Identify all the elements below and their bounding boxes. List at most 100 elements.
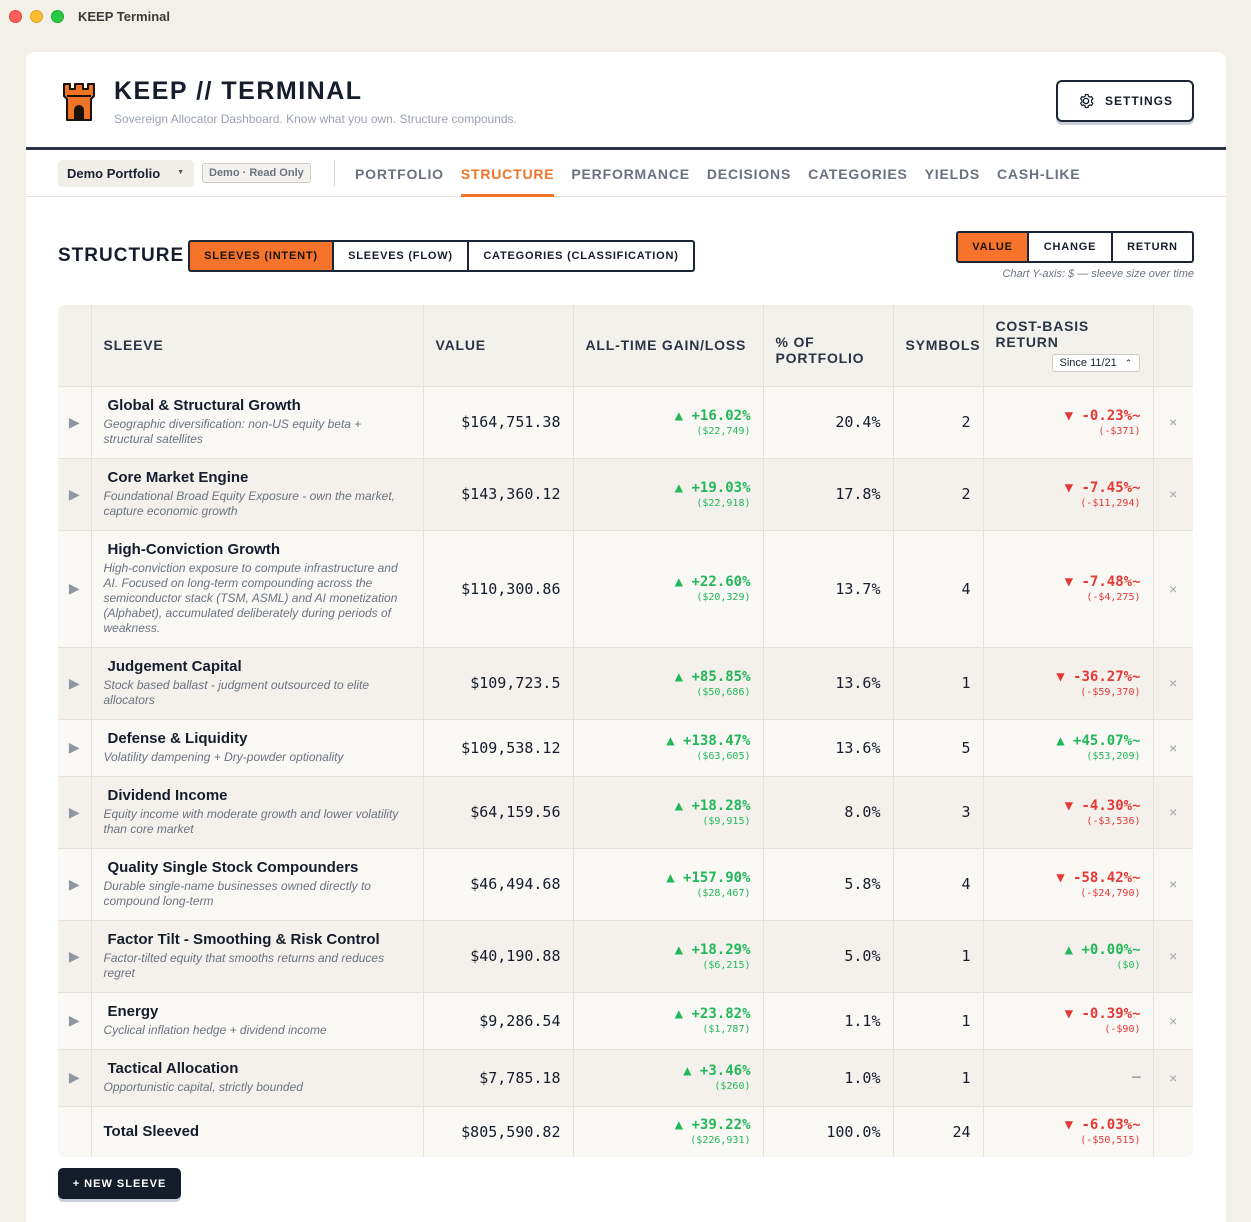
remove-sleeve-icon[interactable]: × (1153, 848, 1193, 920)
gain-percent: ▲ +18.28% (674, 797, 751, 814)
remove-sleeve-icon[interactable]: × (1153, 386, 1193, 458)
minimize-window-button[interactable] (30, 9, 43, 23)
remove-sleeve-icon[interactable]: × (1153, 647, 1193, 719)
gain-amount: ($6,215) (702, 959, 751, 971)
expand-row-icon[interactable]: ▶ (58, 458, 92, 530)
sleeve-value: $46,494.68 (423, 848, 574, 920)
sleeve-name[interactable]: Energy (108, 1003, 411, 1020)
remove-sleeve-icon[interactable]: × (1153, 920, 1193, 992)
remove-sleeve-icon[interactable]: × (1153, 530, 1193, 647)
gain-percent: ▲ +16.02% (674, 407, 751, 424)
expand-row-icon[interactable]: ▶ (58, 776, 92, 848)
sleeve-name[interactable]: Quality Single Stock Compounders (108, 859, 411, 876)
header-pct[interactable]: % OF PORTFOLIO (763, 305, 894, 386)
portfolio-select[interactable]: Demo Portfolio ▼ (58, 160, 194, 187)
tab-categories[interactable]: CATEGORIES (808, 150, 908, 197)
sleeve-name[interactable]: Factor Tilt - Smoothing & Risk Control (108, 931, 411, 948)
sleeve-cell: Dividend Income Equity income with modera… (91, 776, 424, 848)
cbr-amount: (-$371) (1098, 425, 1141, 437)
sleeve-description: Volatility dampening + Dry-powder option… (103, 750, 344, 764)
view-categories-button[interactable]: CATEGORIES (CLASSIFICATION) (467, 240, 695, 272)
tab-yields[interactable]: YIELDS (925, 150, 980, 197)
header-sleeve[interactable]: SLEEVE (91, 305, 424, 386)
table-row[interactable]: ▶ Defense & Liquidity Volatility dampening… (58, 719, 1193, 776)
expand-row-icon[interactable]: ▶ (58, 1049, 92, 1106)
view-sleeves-flow-button[interactable]: SLEEVES (FLOW) (332, 240, 469, 272)
remove-sleeve-icon[interactable]: × (1153, 992, 1193, 1049)
gain-amount: ($63,605) (696, 751, 751, 762)
remove-sleeve-icon[interactable]: × (1153, 776, 1193, 848)
cbr-cell: ▲ +0.00%~ ($0) (983, 920, 1154, 992)
portfolio-percent: 13.6% (763, 647, 894, 719)
sleeve-name[interactable]: Defense & Liquidity (108, 730, 411, 747)
symbols-count: 1 (893, 920, 984, 992)
cbr-amount: ($53,209) (1086, 751, 1141, 762)
sleeve-name[interactable]: Global & Structural Growth (108, 397, 411, 414)
sleeve-name[interactable]: Dividend Income (108, 787, 411, 804)
remove-sleeve-icon[interactable]: × (1153, 1049, 1193, 1106)
gain-cell: ▲ +18.29% ($6,215) (573, 920, 764, 992)
expand-row-icon[interactable]: ▶ (58, 530, 92, 647)
gain-amount: ($22,749) (696, 425, 751, 437)
sleeve-name[interactable]: Tactical Allocation (108, 1060, 411, 1077)
tab-portfolio[interactable]: PORTFOLIO (355, 150, 444, 197)
window-title: KEEP Terminal (78, 8, 170, 24)
gain-cell: ▲ +3.46% ($260) (573, 1049, 764, 1106)
cbr-amount: (-$11,294) (1080, 497, 1141, 509)
table-row[interactable]: ▶ Judgement Capital Stock based ballast - … (58, 647, 1193, 719)
since-select[interactable]: Since 11/21 ⌃ (1051, 354, 1141, 373)
cbr-amount: ($0) (1116, 959, 1141, 971)
sleeve-value: $109,723.5 (423, 647, 574, 719)
expand-row-icon[interactable]: ▶ (58, 647, 92, 719)
tab-performance[interactable]: PERFORMANCE (571, 150, 689, 197)
view-sleeves-intent-button[interactable]: SLEEVES (INTENT) (188, 240, 334, 272)
total-cbr-cell: ▼ -6.03%~ (-$50,515) (983, 1106, 1154, 1157)
metric-return-button[interactable]: RETURN (1111, 231, 1194, 263)
cbr-percent: ▲ +45.07%~ (1056, 733, 1141, 749)
expand-row-icon[interactable]: ▶ (58, 848, 92, 920)
cbr-percent: ▼ -36.27%~ (1056, 668, 1141, 685)
table-row[interactable]: ▶ Energy Cyclical inflation hedge + divide… (58, 992, 1193, 1049)
table-row[interactable]: ▶ High-Conviction Growth High-conviction e… (58, 530, 1193, 647)
remove-sleeve-icon[interactable]: × (1153, 458, 1193, 530)
table-row[interactable]: ▶ Quality Single Stock Compounders Durable… (58, 848, 1193, 920)
cbr-cell: ▲ +45.07%~ ($53,209) (983, 719, 1154, 776)
sleeve-value: $64,159.56 (423, 776, 574, 848)
tab-decisions[interactable]: DECISIONS (707, 150, 791, 197)
metric-change-button[interactable]: CHANGE (1027, 231, 1113, 263)
expand-row-icon[interactable]: ▶ (58, 719, 92, 776)
sleeve-name[interactable]: Core Market Engine (108, 469, 411, 486)
cbr-amount: (-$90) (1104, 1024, 1141, 1035)
header-symbols[interactable]: SYMBOLS (893, 305, 984, 386)
header-value[interactable]: VALUE (423, 305, 574, 386)
close-window-button[interactable] (9, 9, 22, 23)
sleeve-description: Geographic diversification: non-US equit… (103, 417, 362, 446)
sleeve-name[interactable]: High-Conviction Growth (108, 541, 411, 558)
table-row[interactable]: ▶ Tactical Allocation Opportunistic capita… (58, 1049, 1193, 1106)
tab-cash-like[interactable]: CASH-LIKE (997, 150, 1080, 197)
remove-sleeve-icon[interactable]: × (1153, 719, 1193, 776)
expand-row-icon[interactable]: ▶ (58, 386, 92, 458)
header-gain[interactable]: ALL-TIME GAIN/LOSS (573, 305, 764, 386)
expand-row-icon[interactable]: ▶ (58, 920, 92, 992)
metric-value-button[interactable]: VALUE (956, 231, 1029, 263)
new-sleeve-button[interactable]: + NEW SLEEVE (58, 1168, 181, 1199)
table-row[interactable]: ▶ Factor Tilt - Smoothing & Risk Control F… (58, 920, 1193, 992)
cbr-percent: — (1132, 1068, 1141, 1085)
total-gain-cell: ▲ +39.22% ($226,931) (573, 1106, 764, 1157)
gain-cell: ▲ +138.47% ($63,605) (573, 719, 764, 776)
portfolio-percent: 1.0% (763, 1049, 894, 1106)
header-cbr-label[interactable]: COST-BASIS RETURN (996, 318, 1141, 350)
zoom-window-button[interactable] (51, 9, 64, 23)
sleeve-value: $164,751.38 (423, 386, 574, 458)
cbr-percent: ▼ -0.39%~ (1064, 1006, 1141, 1022)
table-row[interactable]: ▶ Global & Structural Growth Geographic di… (58, 386, 1193, 458)
portfolio-percent: 13.7% (763, 530, 894, 647)
sleeve-name[interactable]: Judgement Capital (108, 658, 411, 675)
table-row[interactable]: ▶ Dividend Income Equity income with moder… (58, 776, 1193, 848)
tab-structure[interactable]: STRUCTURE (460, 150, 555, 197)
settings-button[interactable]: SETTINGS (1056, 80, 1194, 122)
expand-row-icon[interactable]: ▶ (58, 992, 92, 1049)
table-row[interactable]: ▶ Core Market Engine Foundational Broad Eq… (58, 458, 1193, 530)
symbols-count: 3 (893, 776, 984, 848)
